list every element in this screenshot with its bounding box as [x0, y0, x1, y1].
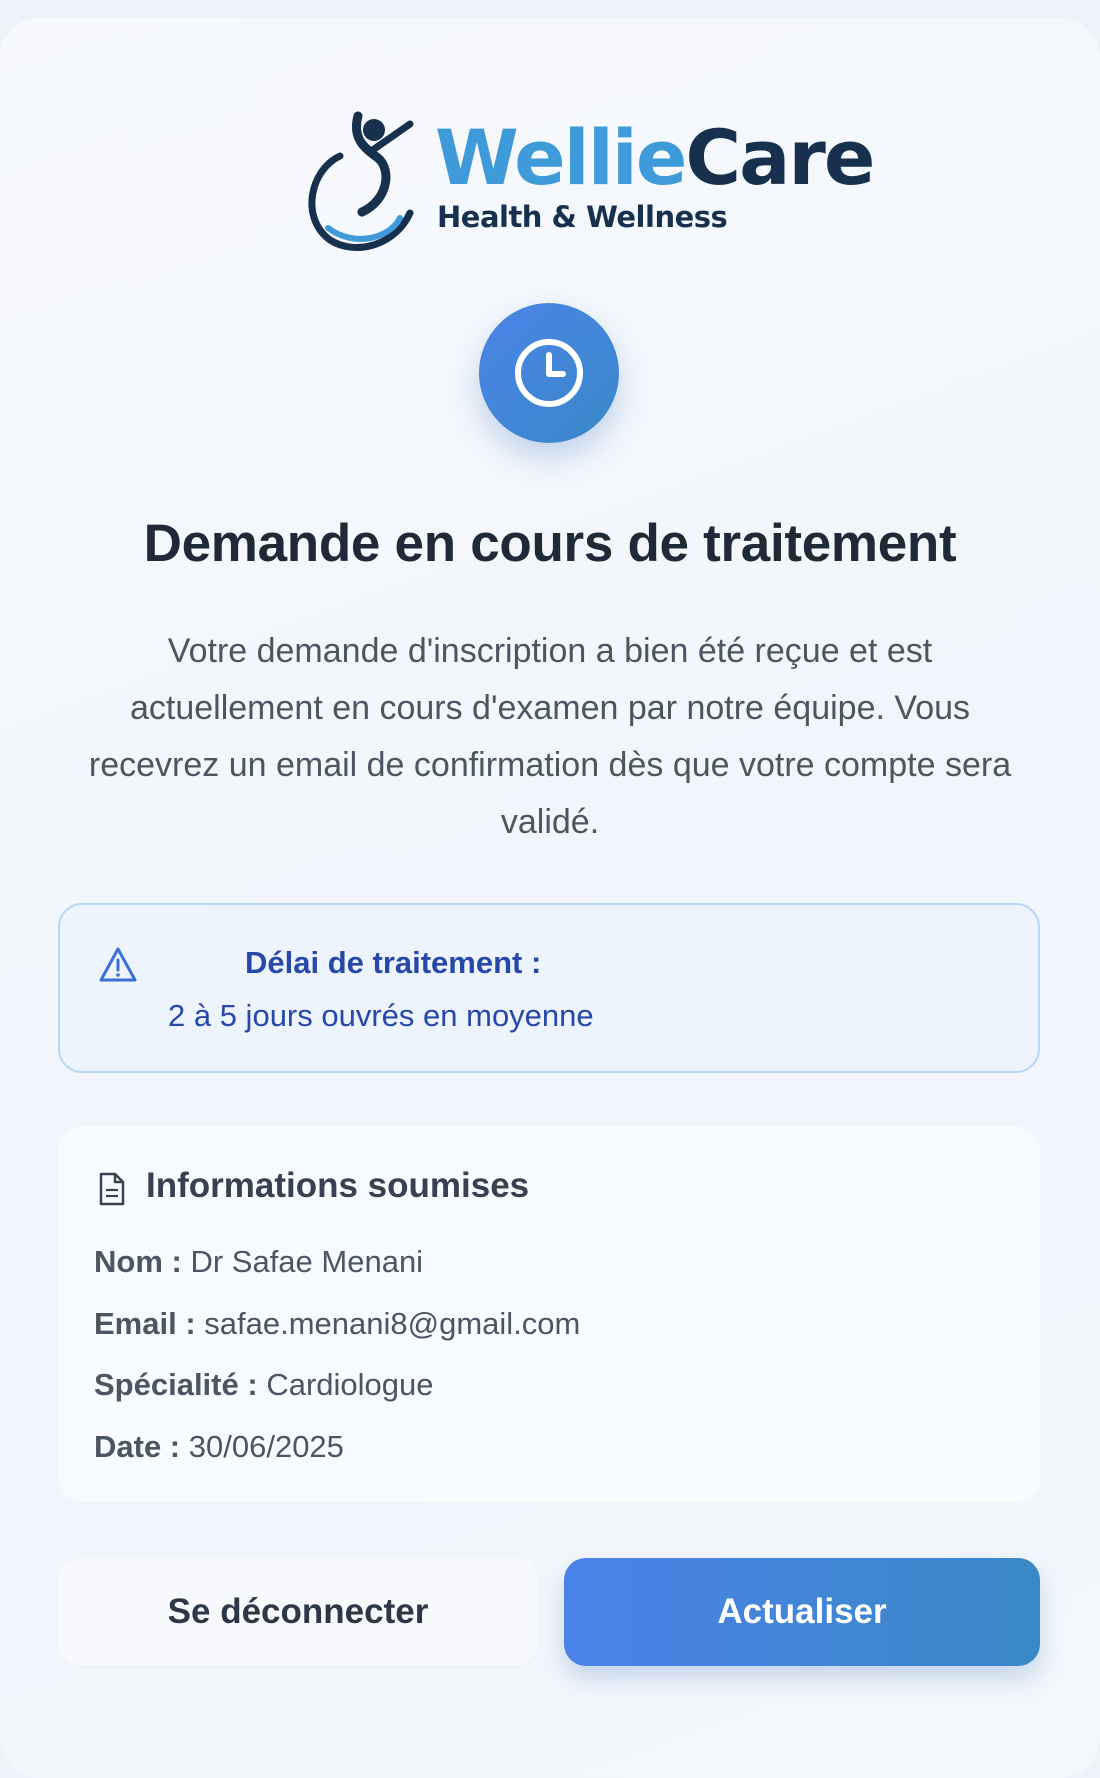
document-icon	[99, 1172, 125, 1206]
brand-name: WellieCare	[435, 118, 875, 198]
info-date-value: 30/06/2025	[188, 1429, 344, 1464]
brand-tagline: Health & Wellness	[437, 200, 728, 234]
logout-button[interactable]: Se déconnecter	[58, 1558, 538, 1666]
notice-text: 2 à 5 jours ouvrés en moyenne	[168, 998, 594, 1033]
brand-name-part1: Wellie	[435, 113, 687, 202]
info-name-value: Dr Safae Menani	[190, 1244, 424, 1279]
info-specialty-label: Spécialité :	[94, 1367, 258, 1402]
page-title: Demande en cours de traitement	[143, 514, 957, 573]
submitted-info-panel: Informations soumises Nom : Dr Safae Men…	[58, 1126, 1040, 1502]
refresh-button[interactable]: Actualiser	[564, 1558, 1040, 1666]
warning-triangle-icon	[99, 947, 137, 982]
status-badge	[479, 303, 619, 443]
logo-figure-icon	[308, 111, 414, 251]
info-row-specialty: Spécialité : Cardiologue	[94, 1367, 433, 1403]
info-row-email: Email : safae.menani8@gmail.com	[94, 1306, 580, 1342]
info-email-value: safae.menani8@gmail.com	[204, 1306, 581, 1341]
info-email-label: Email :	[94, 1306, 196, 1341]
clock-icon	[515, 339, 583, 407]
info-row-name: Nom : Dr Safae Menani	[94, 1244, 423, 1280]
info-row-date: Date : 30/06/2025	[94, 1429, 344, 1465]
info-title: Informations soumises	[146, 1166, 530, 1205]
processing-delay-notice: Délai de traitement : 2 à 5 jours ouvrés…	[58, 903, 1040, 1073]
welliecare-logo: WellieCare Health & Wellness	[300, 108, 875, 258]
info-specialty-value: Cardiologue	[266, 1367, 434, 1402]
info-date-label: Date :	[94, 1429, 181, 1464]
status-card: WellieCare Health & Wellness Demande en …	[0, 18, 1100, 1778]
notice-title: Délai de traitement :	[245, 945, 542, 980]
brand-name-part2: Care	[685, 113, 875, 202]
info-name-label: Nom :	[94, 1244, 182, 1279]
status-description: Votre demande d'inscription a bien été r…	[88, 632, 1012, 841]
